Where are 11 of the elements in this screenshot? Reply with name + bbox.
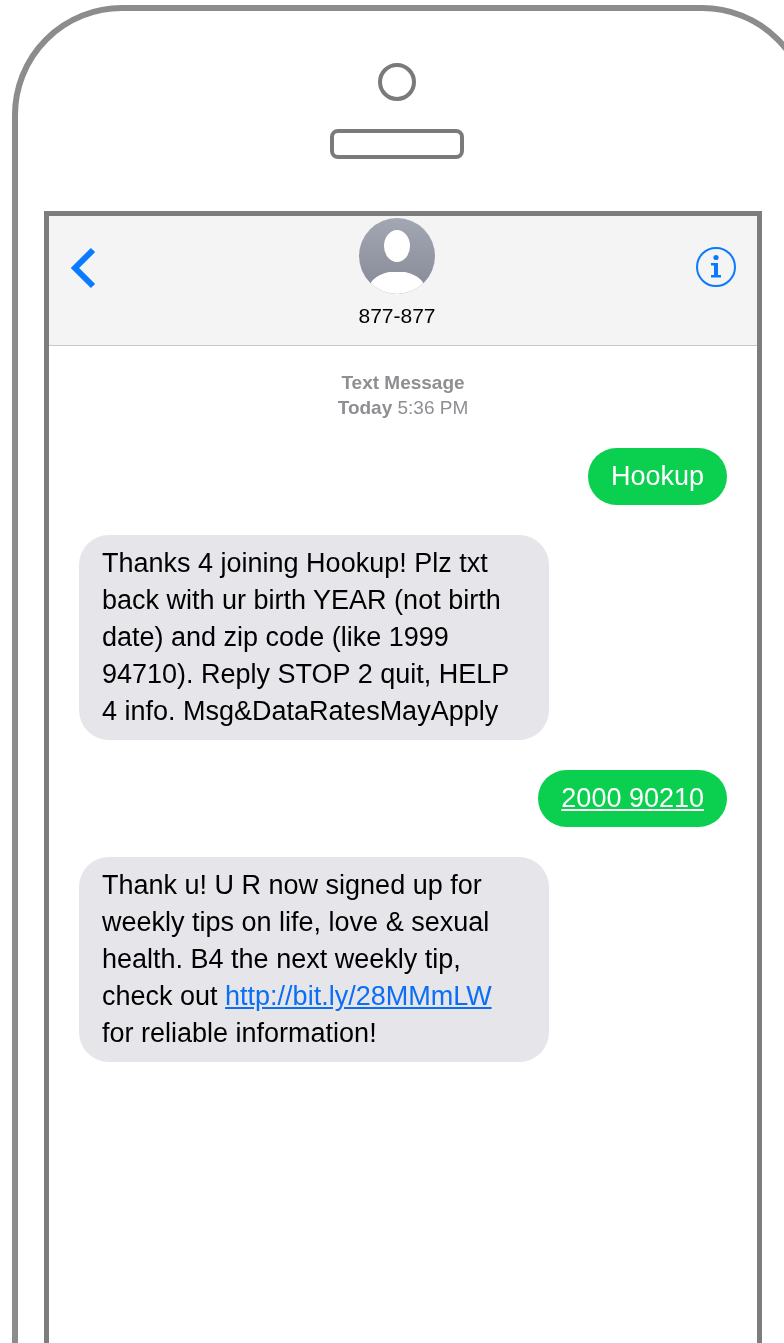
message-bubble: 2000 90210 [538,770,727,827]
message-bubble: Thank u! U R now signed up for weekly tips on life, love & sexual health. B4 the next weekly tip, check out http://bit.ly/28MMmLW for reliable information! [79,857,549,1062]
link[interactable]: http://bit.ly/28MMmLW [225,981,492,1011]
camera-icon [378,63,416,101]
info-icon[interactable] [695,246,737,288]
timestamp: Today 5:36 PM [337,396,469,420]
contact-name: 877-877 [358,303,436,329]
message-bubble: Thanks 4 joining Hookup! Plz txt back with ur birth YEAR (not birth date) and zip code (like 1999 94710). Reply STOP 2 quit, HELP 4 info. Msg&DataRatesMayApply [79,535,549,740]
conversation-label: Text Message [341,371,465,395]
speaker-icon [330,129,464,159]
message-bubble: Hookup [587,448,727,505]
